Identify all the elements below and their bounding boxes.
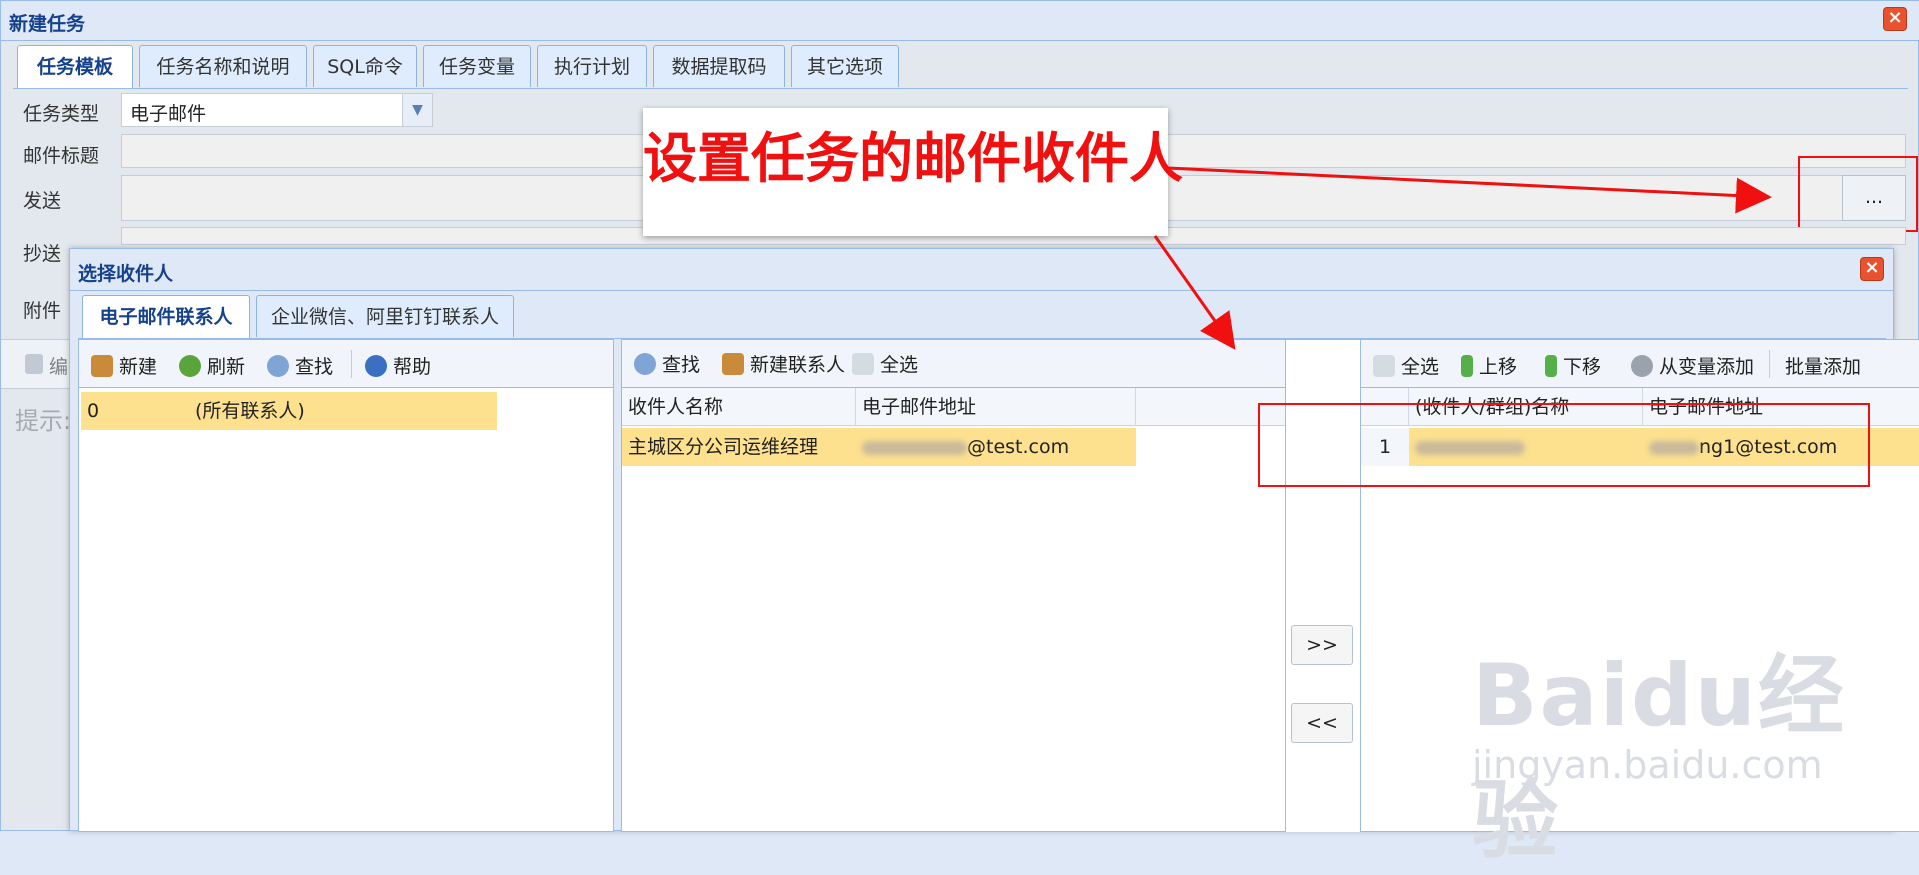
arrow-to-browse: [1167, 166, 1772, 214]
arrow-to-dialog: [1153, 235, 1236, 350]
watermark-url: jingyan.baidu.com: [1472, 743, 1823, 787]
